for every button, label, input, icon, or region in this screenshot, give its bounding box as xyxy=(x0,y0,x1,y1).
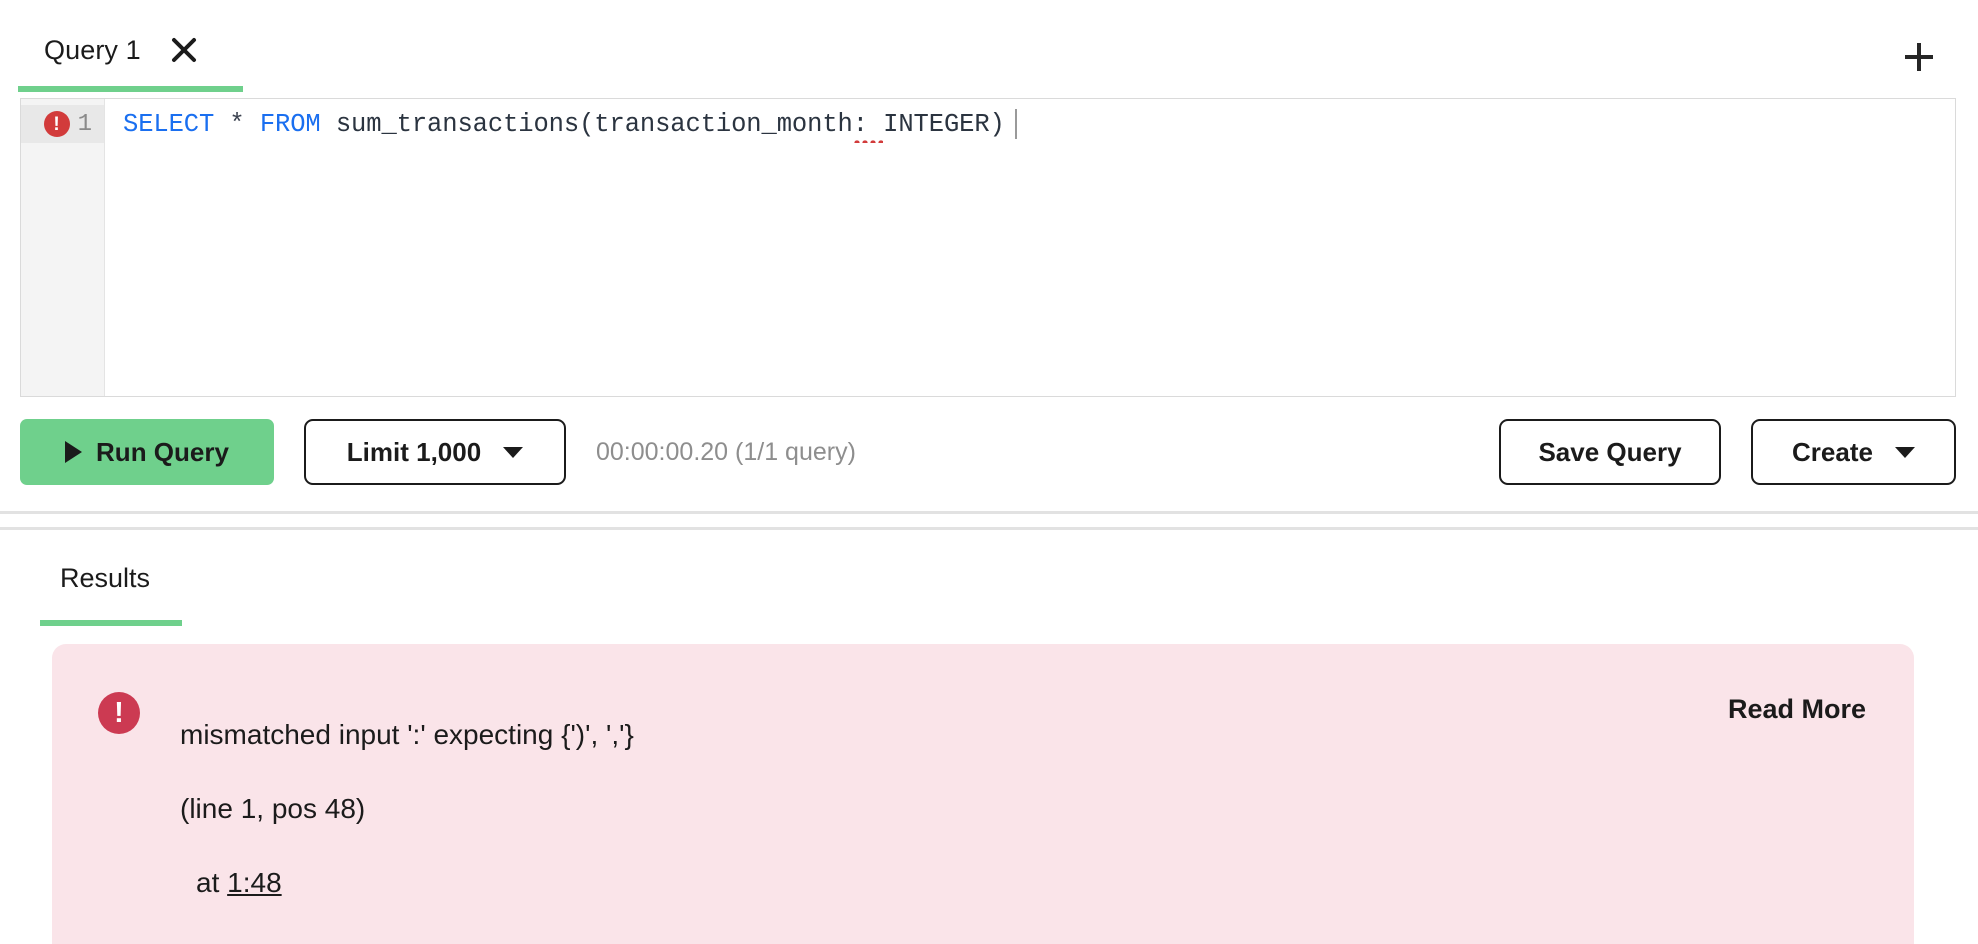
query-timing-status: 00:00:00.20 (1/1 query) xyxy=(596,437,856,466)
results-tab-active-indicator xyxy=(40,620,183,626)
code-line-1: SELECT * FROM sum_transactions(transacti… xyxy=(123,105,1955,143)
create-dropdown-button[interactable]: Create xyxy=(1751,419,1956,485)
editor-code-area[interactable]: SELECT * FROM sum_transactions(transacti… xyxy=(105,99,1955,396)
results-tabbar: Results xyxy=(0,530,1978,626)
close-icon[interactable] xyxy=(167,33,201,67)
error-message: mismatched input ':' expecting {')', ','… xyxy=(180,680,1688,939)
error-exclamation-icon: ! xyxy=(98,692,140,734)
error-panel: ! mismatched input ':' expecting {')', '… xyxy=(52,644,1914,944)
results-tab-label: Results xyxy=(60,562,151,593)
plus-icon[interactable] xyxy=(1896,34,1942,80)
error-location: at 1:48 xyxy=(180,865,1688,902)
tab-label: Query 1 xyxy=(44,34,141,65)
text-cursor xyxy=(1014,109,1017,139)
chevron-down-icon xyxy=(1894,446,1915,458)
save-query-button[interactable]: Save Query xyxy=(1499,419,1721,485)
tab-active-indicator xyxy=(18,86,243,92)
error-at-prefix: at xyxy=(196,866,228,898)
error-message-line-1: mismatched input ':' expecting {')', ','… xyxy=(180,718,634,750)
line-number: 1 xyxy=(77,110,92,138)
sql-keyword-from: FROM xyxy=(259,109,321,139)
tab-results[interactable]: Results xyxy=(20,530,183,626)
error-exclamation-icon[interactable]: ! xyxy=(43,111,70,137)
sql-function-call: sum_transactions(transaction_month xyxy=(320,109,853,139)
query-tabbar: Query 1 xyxy=(0,0,1978,98)
tab-query-1[interactable]: Query 1 xyxy=(0,0,243,92)
chevron-down-icon xyxy=(503,446,524,458)
play-icon xyxy=(65,441,83,463)
editor-toolbar: Run Query Limit 1,000 00:00:00.20 (1/1 q… xyxy=(0,397,1978,507)
sql-keyword-select: SELECT xyxy=(123,109,215,139)
sql-tail: INTEGER) xyxy=(883,109,1005,139)
save-query-label: Save Query xyxy=(1538,436,1682,467)
error-message-line-2: (line 1, pos 48) xyxy=(180,792,366,824)
gutter-line-1: ! 1 xyxy=(21,105,104,143)
run-query-button[interactable]: Run Query xyxy=(20,419,274,485)
editor-gutter: ! 1 xyxy=(21,99,105,396)
sql-star: * xyxy=(214,109,260,139)
panel-resize-handle[interactable] xyxy=(0,511,1978,530)
error-location-link[interactable]: 1:48 xyxy=(227,867,282,898)
sql-editor[interactable]: ! 1 SELECT * FROM sum_transactions(trans… xyxy=(20,98,1956,397)
read-more-link[interactable]: Read More xyxy=(1728,694,1866,725)
limit-dropdown-button[interactable]: Limit 1,000 xyxy=(304,419,566,485)
divider-gap xyxy=(0,514,1978,527)
run-query-label: Run Query xyxy=(96,436,229,467)
create-label: Create xyxy=(1792,436,1873,467)
sql-error-token: : xyxy=(852,109,884,143)
limit-label: Limit 1,000 xyxy=(346,436,482,467)
